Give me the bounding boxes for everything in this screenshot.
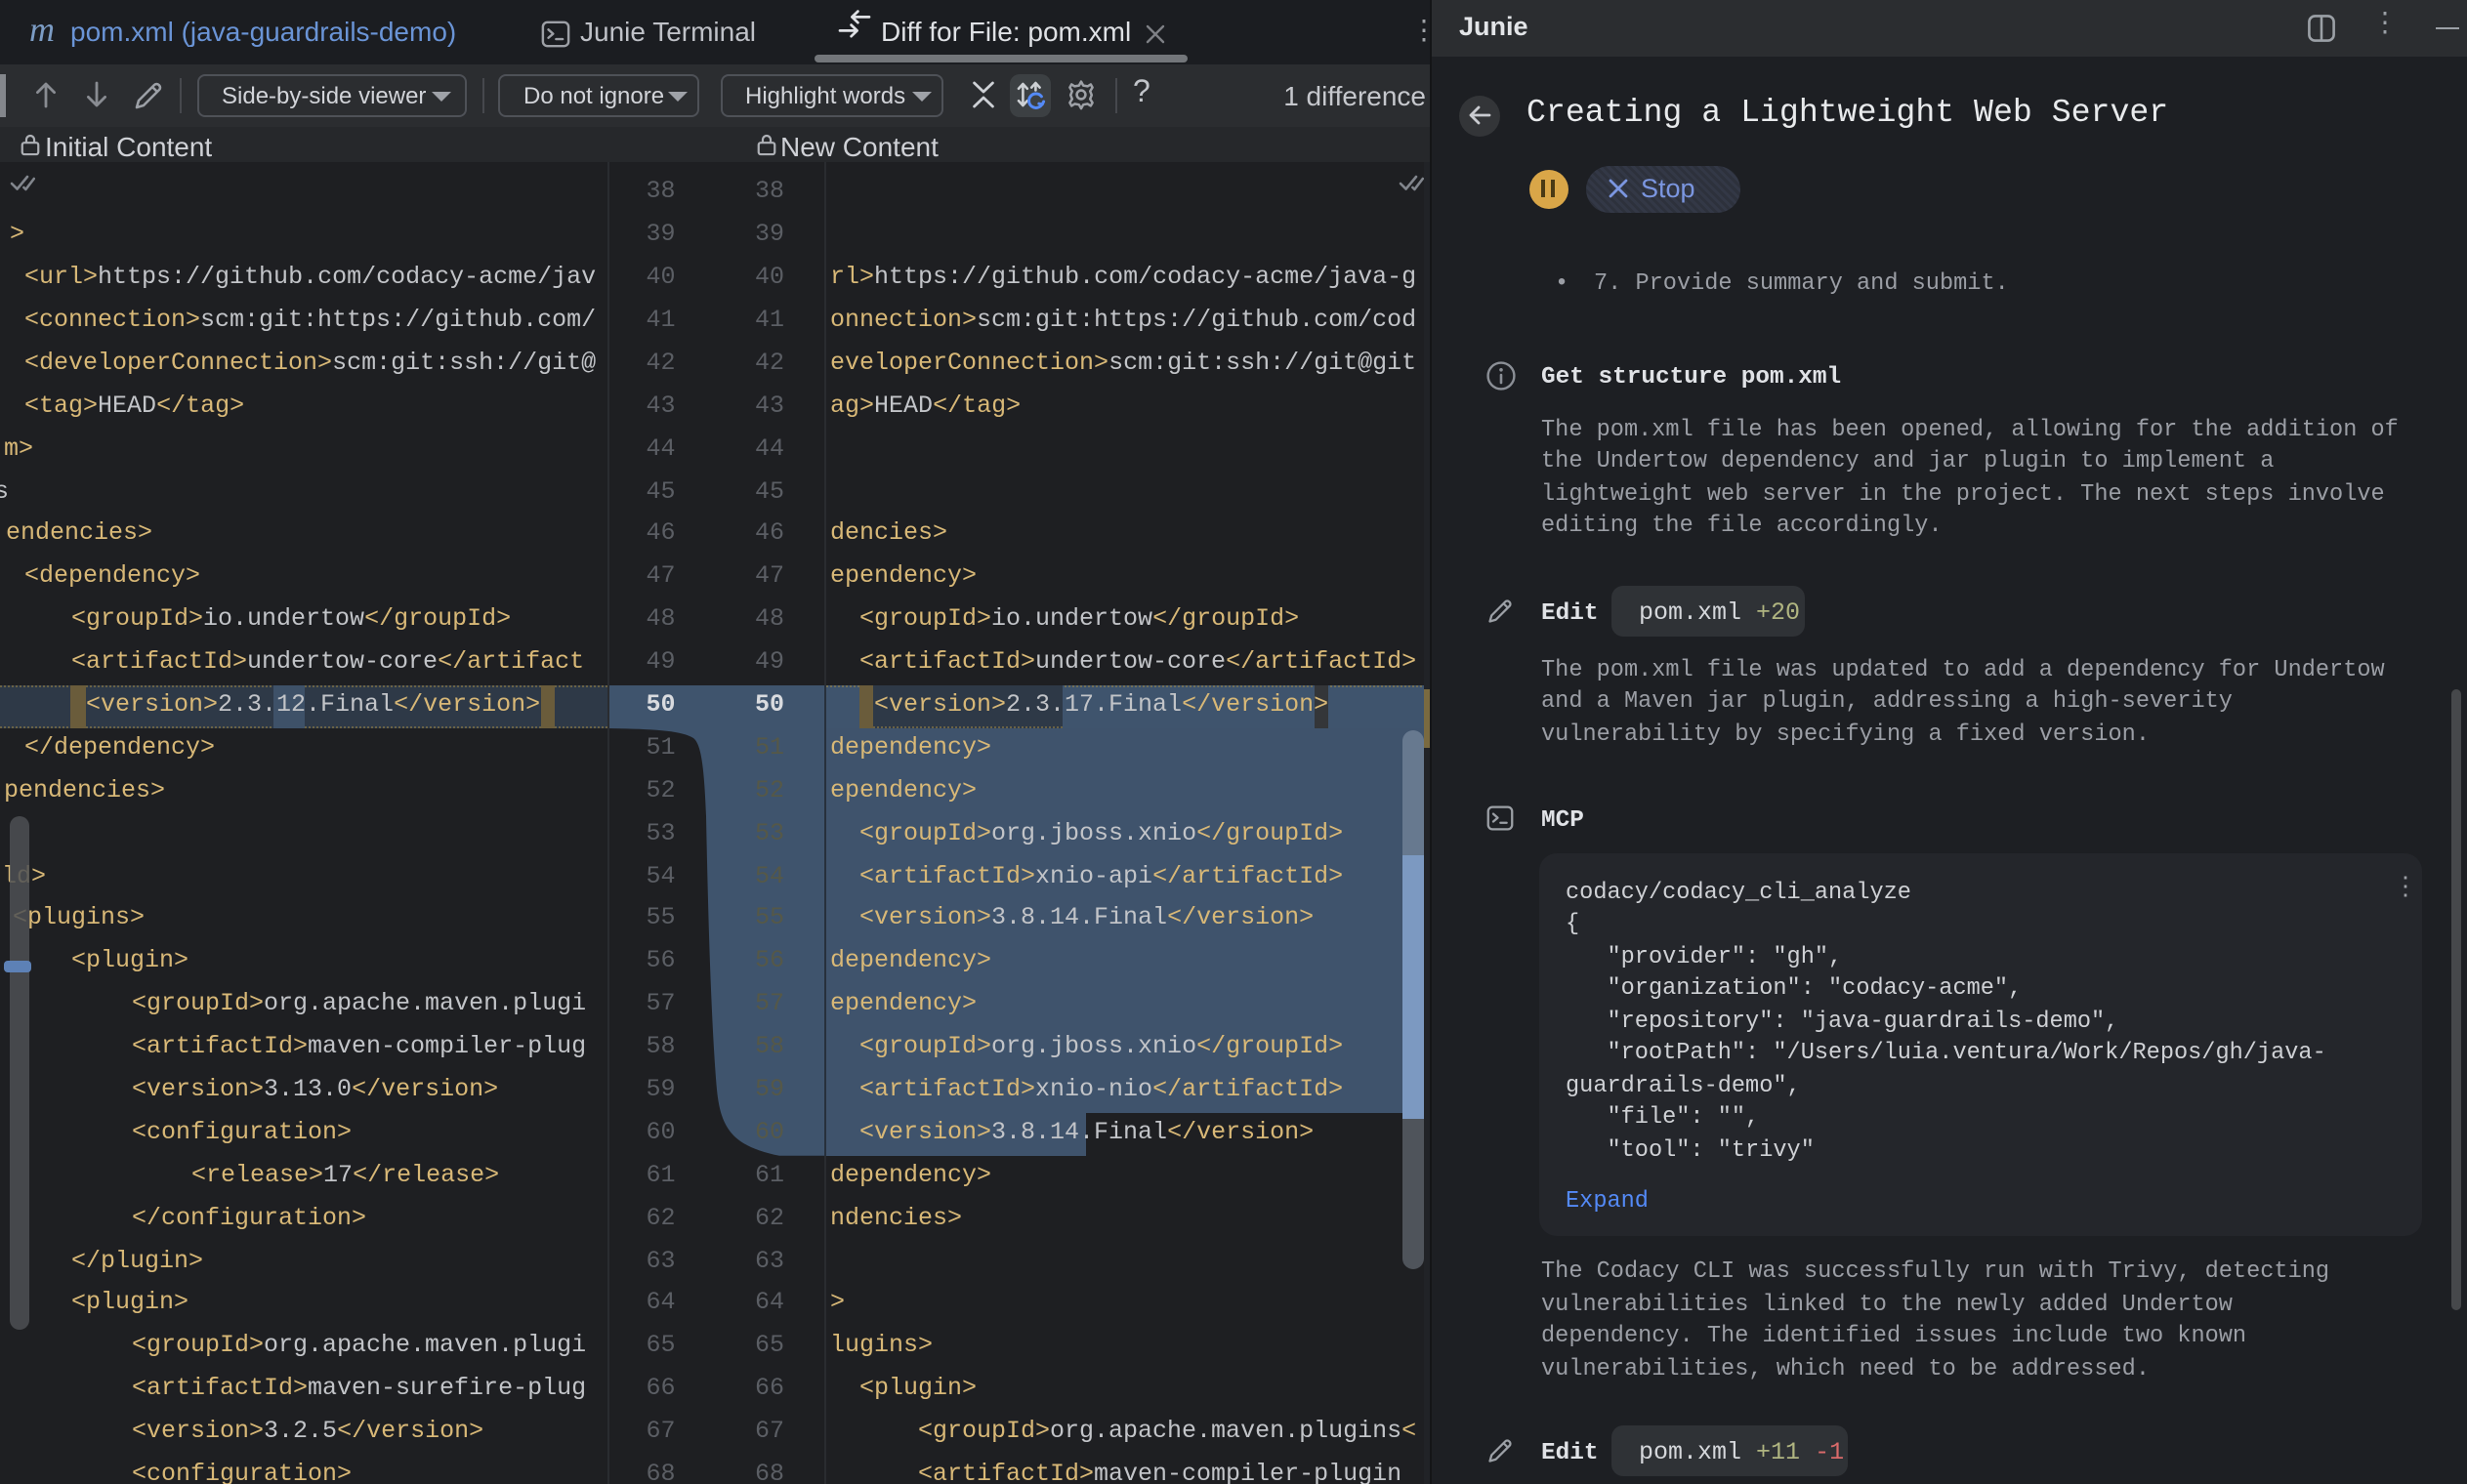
svg-text:m: m [29,14,55,49]
